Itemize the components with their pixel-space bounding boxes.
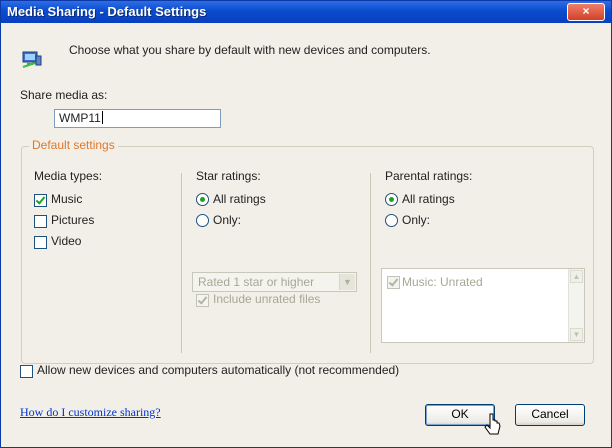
star-only-label: Only:: [213, 213, 242, 227]
star-all-ratings-label: All ratings: [213, 192, 266, 206]
pictures-label: Pictures: [51, 213, 95, 227]
text-caret: [101, 111, 103, 124]
chevron-down-icon[interactable]: ▼: [339, 274, 355, 290]
share-as-label: Share media as:: [20, 88, 108, 102]
allow-auto-checkbox[interactable]: [20, 365, 33, 378]
music-unrated-checkbox[interactable]: [387, 276, 400, 289]
include-unrated-label: Include unrated files: [213, 292, 321, 306]
share-name-value: WMP11: [59, 111, 101, 125]
cancel-button[interactable]: Cancel: [515, 404, 585, 426]
list-item: Music: Unrated: [402, 275, 483, 289]
intro-text: Choose what you share by default with ne…: [69, 43, 431, 57]
video-label: Video: [51, 234, 82, 248]
video-checkbox[interactable]: [34, 236, 47, 249]
music-label: Music: [51, 192, 83, 206]
title-bar[interactable]: Media Sharing - Default Settings ×: [1, 1, 611, 23]
mouse-pointer-icon: [484, 413, 501, 435]
parental-only-radio[interactable]: [385, 214, 398, 227]
media-types-label: Media types:: [34, 169, 103, 183]
include-unrated-checkbox[interactable]: [196, 294, 209, 307]
network-computer-icon: [22, 51, 42, 68]
star-all-ratings-radio[interactable]: [196, 193, 209, 206]
cancel-label: Cancel: [531, 407, 569, 421]
star-only-radio[interactable]: [196, 214, 209, 227]
parental-only-label: Only:: [402, 213, 431, 227]
close-button[interactable]: ×: [567, 3, 605, 21]
column-divider: [181, 173, 182, 353]
default-settings-legend: Default settings: [29, 138, 118, 152]
star-rating-combo-value: Rated 1 star or higher: [198, 275, 315, 289]
window-title: Media Sharing - Default Settings: [7, 4, 207, 19]
music-checkbox[interactable]: [34, 194, 47, 207]
parental-all-ratings-label: All ratings: [402, 192, 455, 206]
dialog-body: Choose what you share by default with ne…: [1, 23, 611, 447]
star-ratings-label: Star ratings:: [196, 169, 261, 183]
parental-ratings-label: Parental ratings:: [385, 169, 473, 183]
share-name-input[interactable]: WMP11: [54, 109, 221, 128]
ok-label: OK: [451, 407, 469, 421]
pictures-checkbox[interactable]: [34, 215, 47, 228]
column-divider: [370, 173, 371, 353]
scroll-down-icon[interactable]: ▼: [570, 328, 583, 341]
help-link[interactable]: How do I customize sharing?: [20, 405, 161, 420]
dialog-window: Media Sharing - Default Settings × Choos…: [0, 0, 612, 448]
close-icon: ×: [582, 4, 590, 18]
star-rating-combo[interactable]: Rated 1 star or higher ▼: [192, 272, 357, 292]
parental-ratings-list[interactable]: Music: Unrated ▲ ▼: [381, 268, 585, 343]
scroll-up-icon[interactable]: ▲: [570, 270, 583, 283]
list-scrollbar[interactable]: ▲ ▼: [568, 269, 584, 342]
allow-auto-label: Allow new devices and computers automati…: [37, 363, 400, 377]
parental-all-ratings-radio[interactable]: [385, 193, 398, 206]
